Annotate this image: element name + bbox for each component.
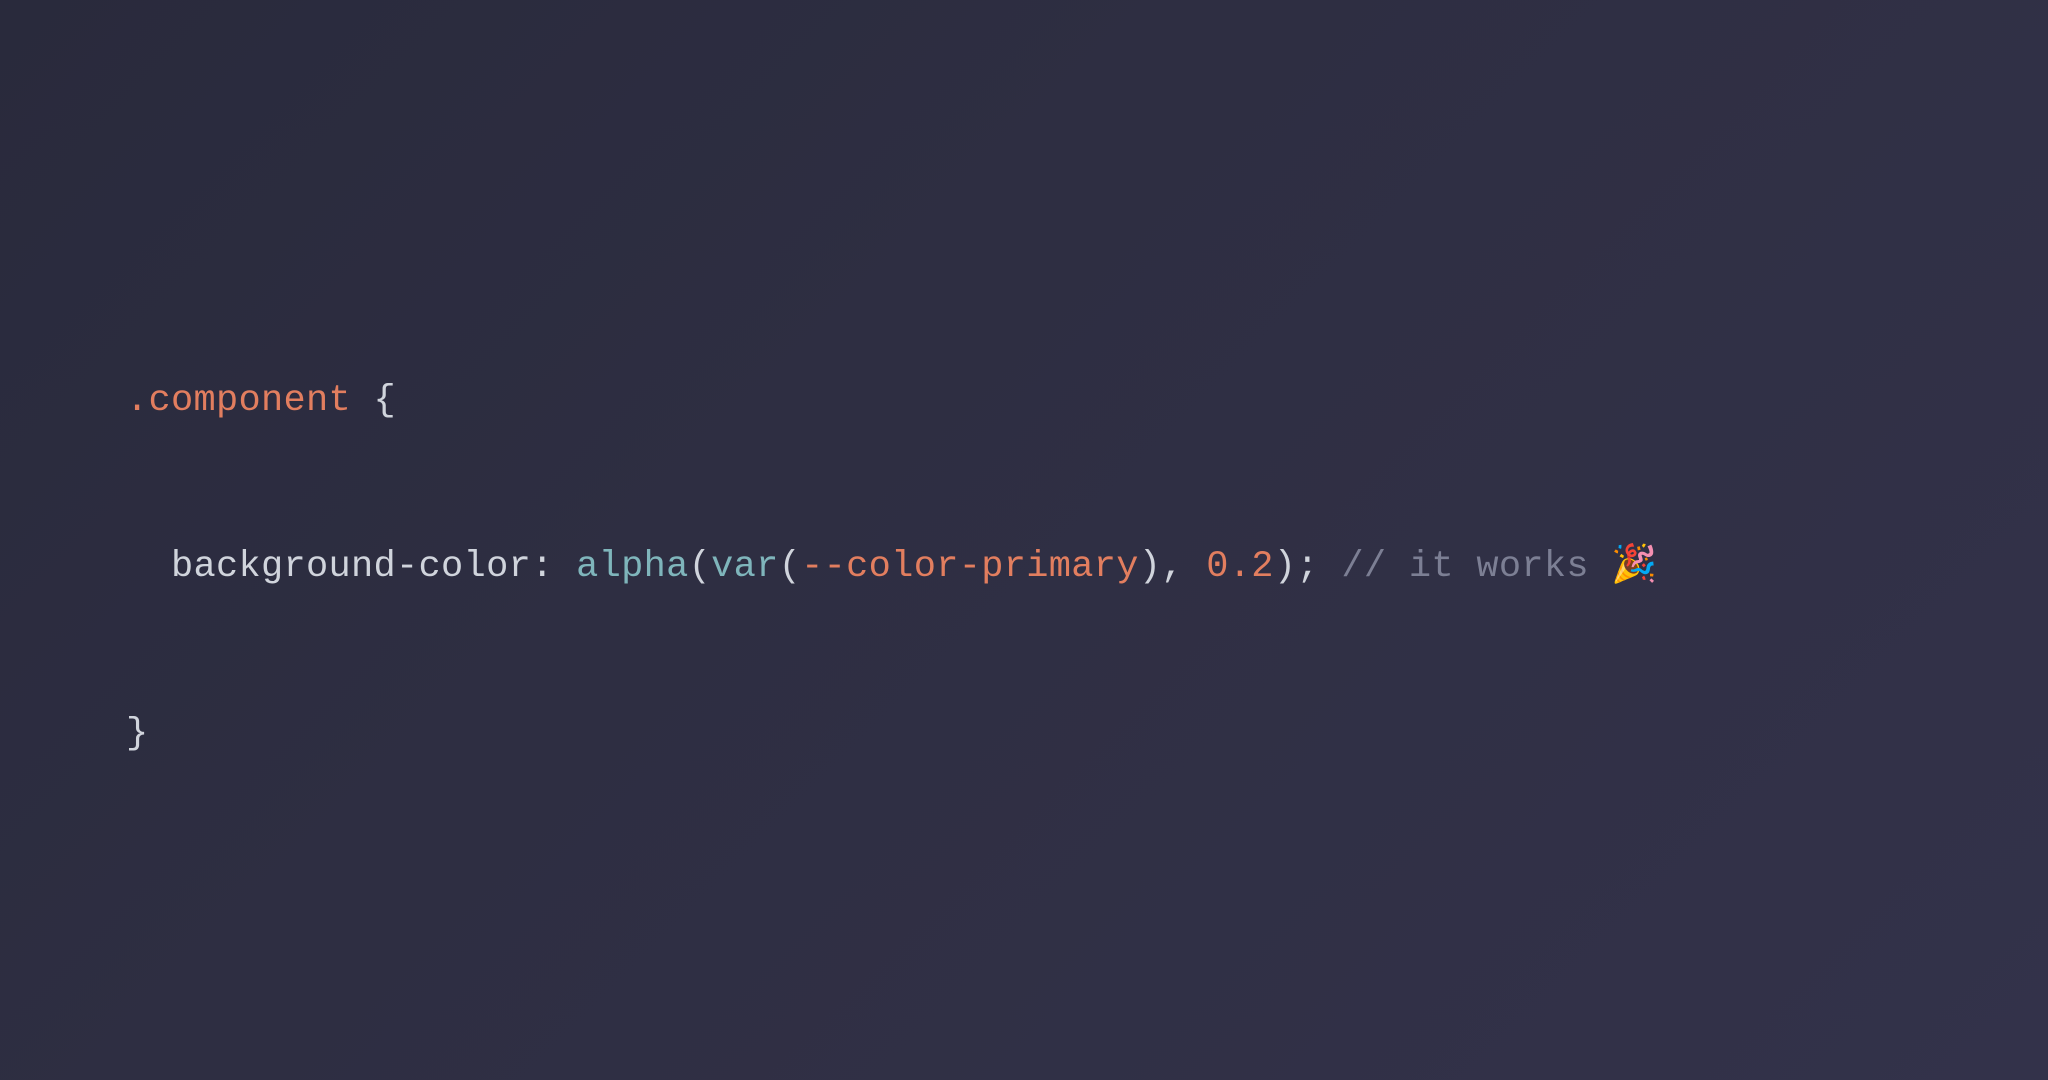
css-property: background-color xyxy=(171,546,531,588)
paren-close: ) xyxy=(1274,546,1297,588)
paren-close-inner: ) xyxy=(1139,546,1162,588)
code-block: .component { background-color: alpha(var… xyxy=(0,263,1658,818)
css-var-name: --color-primary xyxy=(801,546,1139,588)
code-line-2: background-color: alpha(var(--color-prim… xyxy=(126,540,1658,596)
indent xyxy=(126,546,171,588)
paren-open: ( xyxy=(689,546,712,588)
func-alpha: alpha xyxy=(576,546,689,588)
brace-close: } xyxy=(126,713,149,755)
comment: // it works 🎉 xyxy=(1341,546,1657,588)
func-var: var xyxy=(711,546,779,588)
brace-open: { xyxy=(351,380,396,422)
comma: , xyxy=(1161,546,1206,588)
code-line-1: .component { xyxy=(126,374,1658,430)
css-selector: .component xyxy=(126,380,351,422)
semicolon: ; xyxy=(1296,546,1341,588)
paren-open-inner: ( xyxy=(779,546,802,588)
code-line-3: } xyxy=(126,707,1658,763)
colon: : xyxy=(531,546,576,588)
number-literal: 0.2 xyxy=(1206,546,1274,588)
